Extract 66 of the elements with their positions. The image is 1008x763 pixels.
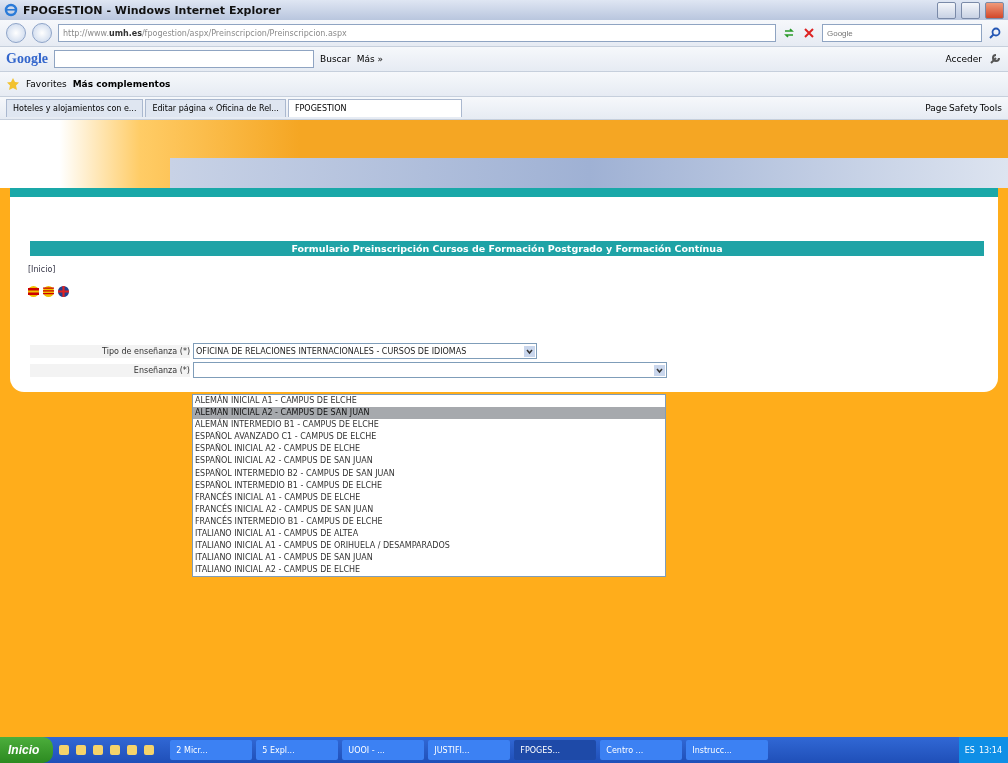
- taskbar-item[interactable]: Centro ...: [600, 740, 683, 760]
- dropdown-option[interactable]: FRANCÉS INTERMEDIO B1 - CAMPUS DE ELCHE: [193, 515, 665, 529]
- browser-tab[interactable]: Editar página « Oficina de Rel...: [145, 99, 286, 117]
- field-label: Tipo de enseñanza (*): [30, 344, 190, 358]
- favorites-item[interactable]: Más complementos: [72, 79, 171, 89]
- dropdown-option[interactable]: ALEMÁN INTERMEDIO B1 - CAMPUS DE ELCHE: [193, 419, 665, 432]
- refresh-icon[interactable]: [782, 26, 796, 40]
- taskbar-item[interactable]: 2 Micr...: [170, 740, 253, 760]
- flag-icon[interactable]: [28, 286, 39, 297]
- quick-launch-icon[interactable]: [91, 743, 106, 757]
- command-menu[interactable]: Page: [925, 103, 948, 113]
- more-link[interactable]: Más »: [356, 54, 384, 64]
- home-link[interactable]: [Inicio]: [28, 265, 56, 274]
- favorites-button[interactable]: Favorites: [26, 79, 67, 89]
- field-label: Enseñanza (*): [30, 363, 190, 377]
- dropdown-option[interactable]: ITALIANO INICIAL A1 - CAMPUS DE ORIHUELA / DESAMPARADOS: [193, 540, 665, 553]
- dropdown-option[interactable]: ITALIANO INICIAL A2 - CAMPUS DE ELCHE: [193, 564, 665, 577]
- dropdown-arrow-icon: [654, 364, 665, 376]
- dropdown-arrow-icon: [524, 345, 535, 357]
- google-search-field[interactable]: [54, 50, 314, 68]
- minimize-button[interactable]: [937, 1, 956, 19]
- taskbar-item[interactable]: FPOGES...: [514, 740, 597, 760]
- quick-launch-icon[interactable]: [57, 743, 72, 757]
- search-button[interactable]: Buscar: [320, 54, 351, 64]
- browser-tab[interactable]: FPOGESTION: [287, 99, 462, 117]
- dropdown-option[interactable]: ITALIANO INICIAL A1 - CAMPUS DE SAN JUAN: [193, 552, 665, 565]
- dropdown-option[interactable]: ESPAÑOL AVANZADO C1 - CAMPUS DE ELCHE: [193, 431, 665, 444]
- form-heading: Formulario Preinscripción Cursos de Formación Postgrado y Formación Contínua: [30, 241, 984, 256]
- taskbar-item[interactable]: 5 Expl...: [256, 740, 339, 760]
- browser-tab[interactable]: Hoteles y alojamientos con e...: [6, 99, 144, 117]
- stop-icon[interactable]: [802, 26, 816, 40]
- star-icon: [6, 77, 20, 91]
- dropdown-option[interactable]: ESPAÑOL INICIAL A2 - CAMPUS DE SAN JUAN: [193, 455, 665, 468]
- wrench-icon[interactable]: [988, 52, 1002, 66]
- quick-launch-icon[interactable]: [125, 743, 140, 757]
- quick-launch-icon[interactable]: [142, 743, 157, 757]
- dropdown-option[interactable]: FRANCÉS INICIAL A2 - CAMPUS DE SAN JUAN: [193, 503, 665, 516]
- dropdown-option[interactable]: ESPAÑOL INTERMEDIO B2 - CAMPUS DE SAN JUAN: [193, 467, 665, 480]
- window-title: FPOGESTION - Windows Internet Explorer: [23, 3, 282, 17]
- quick-launch-icon[interactable]: [108, 743, 123, 757]
- dropdown-option[interactable]: ESPAÑOL INICIAL A2 - CAMPUS DE ELCHE: [193, 443, 665, 456]
- dropdown-option[interactable]: FRANCÉS INICIAL A1 - CAMPUS DE ELCHE: [193, 491, 665, 504]
- start-button[interactable]: Inicio: [0, 737, 54, 763]
- google-logo: Google: [6, 51, 48, 67]
- dropdown-option[interactable]: ALEMAN INICIAL A2 - CAMPUS DE SAN JUAN: [193, 407, 665, 420]
- flag-icon[interactable]: [43, 286, 54, 297]
- taskbar-item[interactable]: UOOI - ...: [342, 740, 425, 760]
- select-field[interactable]: OFICINA DE RELACIONES INTERNACIONALES - CURSOS DE IDIOMAS: [193, 343, 537, 359]
- quick-launch-icon[interactable]: [74, 743, 89, 757]
- address-field[interactable]: http://www.umh.es/fpogestion/aspx/Preinscripcion/Preinscripcion.aspx: [58, 24, 776, 42]
- command-menu[interactable]: Tools: [979, 103, 1002, 113]
- select-field[interactable]: [193, 362, 667, 378]
- dropdown-option[interactable]: ESPAÑOL INTERMEDIO B1 - CAMPUS DE ELCHE: [193, 479, 665, 492]
- clock: 13:14: [978, 745, 1002, 755]
- browser-icon: [4, 3, 18, 17]
- flag-icon[interactable]: [58, 286, 69, 297]
- dropdown-option[interactable]: ALEMÁN INICIAL A1 - CAMPUS DE ELCHE: [193, 395, 665, 408]
- sign-in-button[interactable]: Acceder: [945, 54, 982, 64]
- restore-button[interactable]: [961, 1, 980, 19]
- search-field[interactable]: Google: [822, 24, 982, 42]
- close-button[interactable]: [985, 1, 1004, 19]
- taskbar-item[interactable]: Instrucc...: [686, 740, 769, 760]
- dropdown-option[interactable]: ITALIANO INICIAL A1 - CAMPUS DE ALTEA: [193, 528, 665, 541]
- taskbar-item[interactable]: JUSTIFI...: [428, 740, 511, 760]
- command-menu[interactable]: Safety: [949, 103, 978, 113]
- search-icon[interactable]: [988, 26, 1002, 40]
